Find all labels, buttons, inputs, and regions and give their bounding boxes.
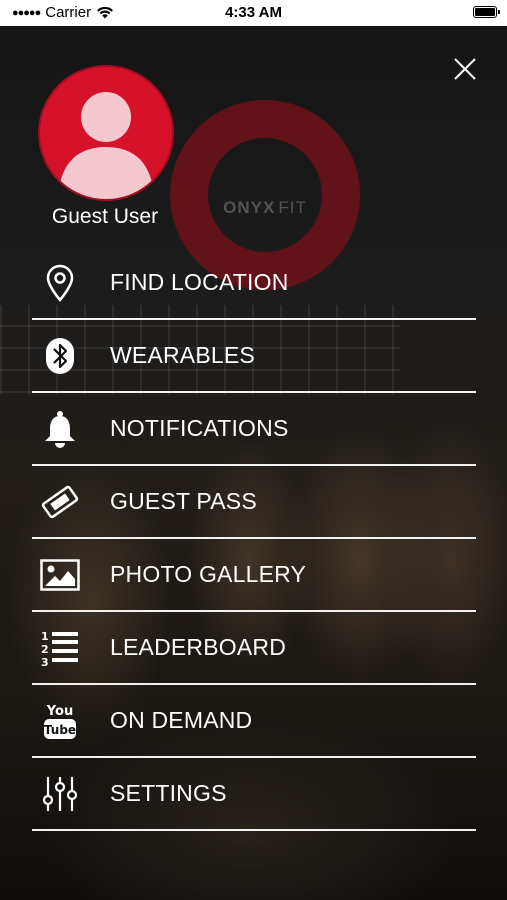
side-menu: FIND LOCATION WEARABLES NOTIFICATIONS GU… [32, 247, 476, 831]
svg-text:2: 2 [41, 643, 49, 656]
close-button[interactable] [450, 54, 480, 84]
menu-item-guest-pass[interactable]: GUEST PASS [32, 466, 476, 539]
svg-text:You: You [46, 704, 73, 719]
avatar[interactable] [38, 65, 174, 201]
svg-text:1: 1 [41, 630, 49, 643]
menu-label: ON DEMAND [110, 707, 253, 733]
youtube-icon: You Tube [40, 701, 80, 741]
clock: 4:33 AM [225, 4, 282, 21]
close-icon [454, 58, 476, 80]
menu-item-find-location[interactable]: FIND LOCATION [32, 247, 476, 320]
logo-secondary: FIT [278, 198, 307, 217]
person-icon [58, 92, 154, 199]
numbered-list-icon: 1 2 3 [40, 628, 80, 668]
battery-icon [473, 6, 500, 18]
menu-label: FIND LOCATION [110, 269, 289, 295]
menu-item-leaderboard[interactable]: 1 2 3 LEADERBOARD [32, 612, 476, 685]
menu-label: PHOTO GALLERY [110, 561, 307, 587]
menu-label: GUEST PASS [110, 488, 257, 514]
menu-label: NOTIFICATIONS [110, 415, 289, 441]
menu-item-notifications[interactable]: NOTIFICATIONS [32, 393, 476, 466]
logo-primary: ONYX [223, 198, 276, 217]
menu-item-settings[interactable]: SETTINGS [32, 758, 476, 831]
svg-text:3: 3 [41, 656, 49, 667]
profile-name: Guest User [51, 205, 159, 228]
ticket-icon [40, 482, 80, 522]
bluetooth-icon [40, 336, 80, 376]
svg-text:Tube: Tube [44, 723, 76, 737]
menu-label: SETTINGS [110, 780, 227, 806]
status-bar: ●●●●● Carrier 4:33 AM [0, 0, 507, 26]
brand-logo: ONYX FIT [200, 198, 330, 218]
menu-item-photo-gallery[interactable]: PHOTO GALLERY [32, 539, 476, 612]
bell-icon [40, 409, 80, 449]
menu-label: WEARABLES [110, 342, 255, 368]
image-icon [40, 555, 80, 595]
menu-item-wearables[interactable]: WEARABLES [32, 320, 476, 393]
menu-label: LEADERBOARD [110, 634, 287, 660]
location-pin-icon [40, 263, 80, 303]
menu-item-on-demand[interactable]: You Tube ON DEMAND [32, 685, 476, 758]
sliders-icon [40, 774, 80, 814]
